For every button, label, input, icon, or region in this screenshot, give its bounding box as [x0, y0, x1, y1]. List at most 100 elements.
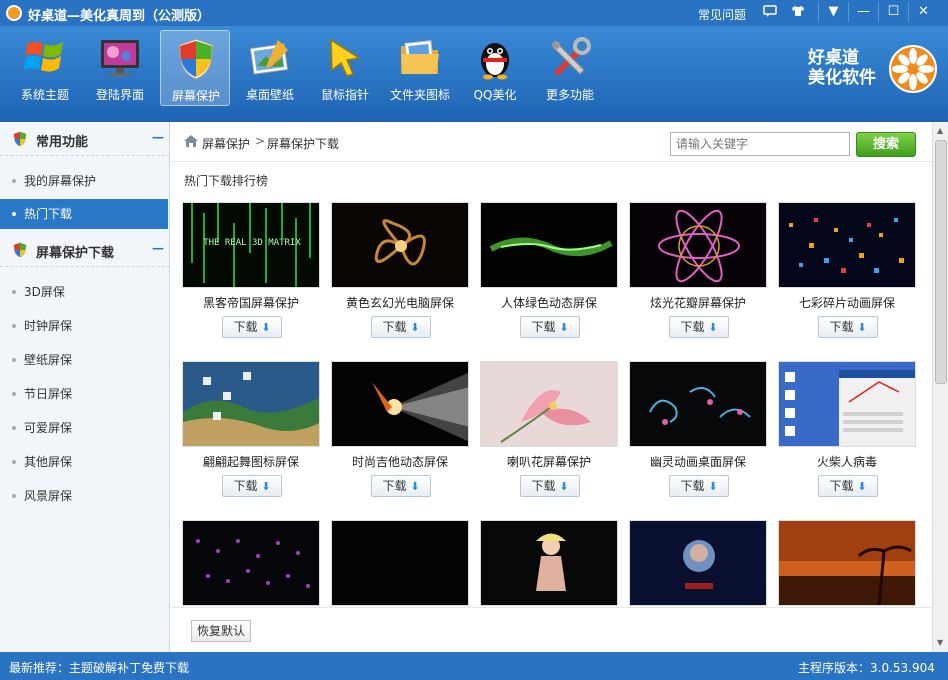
screensaver-card: 炫光花瓣屏幕保护 下载 ⬇	[629, 202, 769, 352]
thumbnail-colored-fragments[interactable]	[778, 202, 916, 288]
sidebar-item-wallpaper[interactable]: 壁纸屏保	[0, 345, 168, 375]
collapse-icon[interactable]: —	[152, 130, 164, 144]
download-button[interactable]: 下载 ⬇	[371, 475, 431, 497]
toolbar-item-wallpaper[interactable]: 桌面壁纸	[235, 30, 305, 106]
scrollbar-thumb[interactable]	[935, 140, 947, 384]
skin-shirt-icon[interactable]	[788, 4, 808, 22]
restore-default-button[interactable]: 恢复默认	[191, 620, 251, 642]
faq-link[interactable]: 常见问题	[698, 6, 746, 23]
thumbnail-fantasy-girl[interactable]	[629, 520, 767, 606]
toolbar-item-system-theme[interactable]: 系统主题	[10, 30, 80, 106]
thumbnail-guitar-light[interactable]	[331, 361, 469, 447]
main-panel: 屏幕保护 > 屏幕保护下载 搜索 热门下载排行榜 THE REAL 3D MAT…	[171, 122, 948, 652]
thumbnail-purple-dots[interactable]	[182, 520, 320, 606]
download-label: 下载	[233, 320, 258, 334]
breadcrumb-current: 屏幕保护下载	[267, 137, 340, 151]
thumbnail-dark[interactable]	[331, 520, 469, 606]
bullet-dot	[12, 460, 16, 464]
download-button[interactable]: 下载 ⬇	[371, 316, 431, 338]
screensaver-name: 翩翩起舞图标屏保	[202, 455, 299, 469]
download-button[interactable]: 下载 ⬇	[818, 316, 878, 338]
screensaver-card	[182, 520, 322, 607]
sidebar-item-holiday[interactable]: 节日屏保	[0, 379, 168, 409]
thumbnail-stickman[interactable]	[778, 361, 916, 447]
app-logo-icon	[6, 5, 22, 21]
thumbnail-matrix[interactable]: THE REAL 3D MATRIX	[182, 202, 320, 288]
title-bar: 好桌道—美化真周到（公测版） 常见问题 ▼ — ☐ ✕	[0, 0, 948, 26]
download-button[interactable]: 下载 ⬇	[222, 475, 282, 497]
thumbnail-petals[interactable]	[629, 202, 767, 288]
download-arrow-icon: ⬇	[857, 480, 867, 493]
screensaver-card	[778, 520, 918, 607]
sidebar-item-3d[interactable]: 3D屏保	[0, 277, 168, 307]
thumbnail-morning-glory[interactable]	[480, 361, 618, 447]
tools-icon	[552, 37, 591, 76]
download-button[interactable]: 下载 ⬇	[520, 475, 580, 497]
toolbar-label: 桌面壁纸	[245, 88, 294, 102]
toolbar-item-qq-beautify[interactable]: QQ美化	[460, 30, 530, 106]
search-input[interactable]	[670, 132, 850, 156]
close-button[interactable]: ✕	[908, 2, 938, 22]
version-label: 主程序版本：3.0.53.904	[798, 661, 935, 675]
sidebar-item-cute[interactable]: 可爱屏保	[0, 413, 168, 443]
sidebar-item-label: 热门下载	[24, 207, 73, 221]
toolbar-item-more-features[interactable]: 更多功能	[535, 30, 605, 106]
menu-dropdown-icon[interactable]: ▼	[818, 2, 848, 22]
toolbar-label: 屏幕保护	[171, 89, 220, 103]
download-button[interactable]: 下载 ⬇	[818, 475, 878, 497]
thumbnail-dancer[interactable]	[480, 520, 618, 606]
sidebar-item-label: 时钟屏保	[24, 319, 73, 333]
thumbnail-green-body[interactable]	[480, 202, 618, 288]
screensaver-card: 翩翩起舞图标屏保 下载 ⬇	[182, 361, 322, 511]
download-button[interactable]: 下载 ⬇	[669, 475, 729, 497]
download-arrow-icon: ⬇	[857, 321, 867, 334]
sidebar-item-scenery[interactable]: 风景屏保	[0, 481, 168, 511]
picture-brush-icon	[249, 40, 289, 75]
collapse-icon[interactable]: —	[152, 241, 164, 255]
toolbar-item-screensaver[interactable]: 屏幕保护	[160, 30, 230, 106]
status-recommendation-link[interactable]: 最新推荐：主题破解补丁免费下载	[9, 659, 189, 676]
download-button[interactable]: 下载 ⬇	[222, 316, 282, 338]
screensaver-name: 喇叭花屏幕保护	[506, 455, 591, 469]
sidebar-item-label: 节日屏保	[24, 387, 73, 401]
sidebar-item-hot-download[interactable]: 热门下载	[0, 199, 168, 229]
download-button[interactable]: 下载 ⬇	[669, 316, 729, 338]
thumbnail-sunset-palms[interactable]	[778, 520, 916, 606]
scroll-down-icon[interactable]: ▼	[937, 638, 943, 647]
screensaver-name: 黑客帝国屏幕保护	[202, 296, 299, 310]
screensaver-name: 七彩碎片动画屏保	[798, 296, 895, 310]
download-arrow-icon: ⬇	[708, 480, 718, 493]
sidebar-section-download[interactable]: 屏幕保护下载 —	[0, 233, 170, 267]
minimize-button[interactable]: —	[848, 2, 878, 22]
breadcrumb-separator: >	[255, 134, 266, 148]
search-button[interactable]: 搜索	[856, 132, 916, 157]
toolbar-item-mouse-pointer[interactable]: 鼠标指针	[310, 30, 380, 106]
screensaver-name: 人体绿色动态屏保	[500, 296, 597, 310]
toolbar-item-login-screen[interactable]: 登陆界面	[85, 30, 155, 106]
cursor-icon	[330, 38, 362, 77]
thumb-caption: THE REAL 3D MATRIX	[203, 238, 301, 248]
download-button[interactable]: 下载 ⬇	[520, 316, 580, 338]
toolbar-label: 系统主题	[20, 88, 69, 102]
scroll-up-icon[interactable]: ▲	[937, 126, 943, 135]
breadcrumb-home-link[interactable]: 屏幕保护	[202, 135, 250, 152]
toolbar-label: 更多功能	[545, 88, 594, 102]
vertical-scrollbar[interactable]: ▲ ▼	[932, 122, 948, 652]
maximize-button[interactable]: ☐	[878, 2, 908, 22]
bullet-dot	[12, 494, 16, 498]
monitor-icon	[101, 40, 139, 76]
toolbar-label: 文件夹图标	[389, 88, 450, 102]
toolbar-label: QQ美化	[473, 88, 517, 102]
sidebar-item-my-screensaver[interactable]: 我的屏幕保护	[0, 166, 168, 196]
sidebar-item-other[interactable]: 其他屏保	[0, 447, 168, 477]
sidebar-item-clock[interactable]: 时钟屏保	[0, 311, 168, 341]
thumbnail-dancing-icons[interactable]	[182, 361, 320, 447]
thumbnail-yellow-swirl[interactable]	[331, 202, 469, 288]
download-arrow-icon: ⬇	[410, 321, 420, 334]
chat-icon[interactable]	[760, 4, 780, 22]
sidebar-section-common[interactable]: 常用功能 —	[0, 122, 170, 156]
bullet-dot	[12, 392, 16, 396]
toolbar-item-folder-icon[interactable]: 文件夹图标	[385, 30, 455, 106]
home-icon[interactable]	[183, 134, 199, 148]
thumbnail-ghost[interactable]	[629, 361, 767, 447]
